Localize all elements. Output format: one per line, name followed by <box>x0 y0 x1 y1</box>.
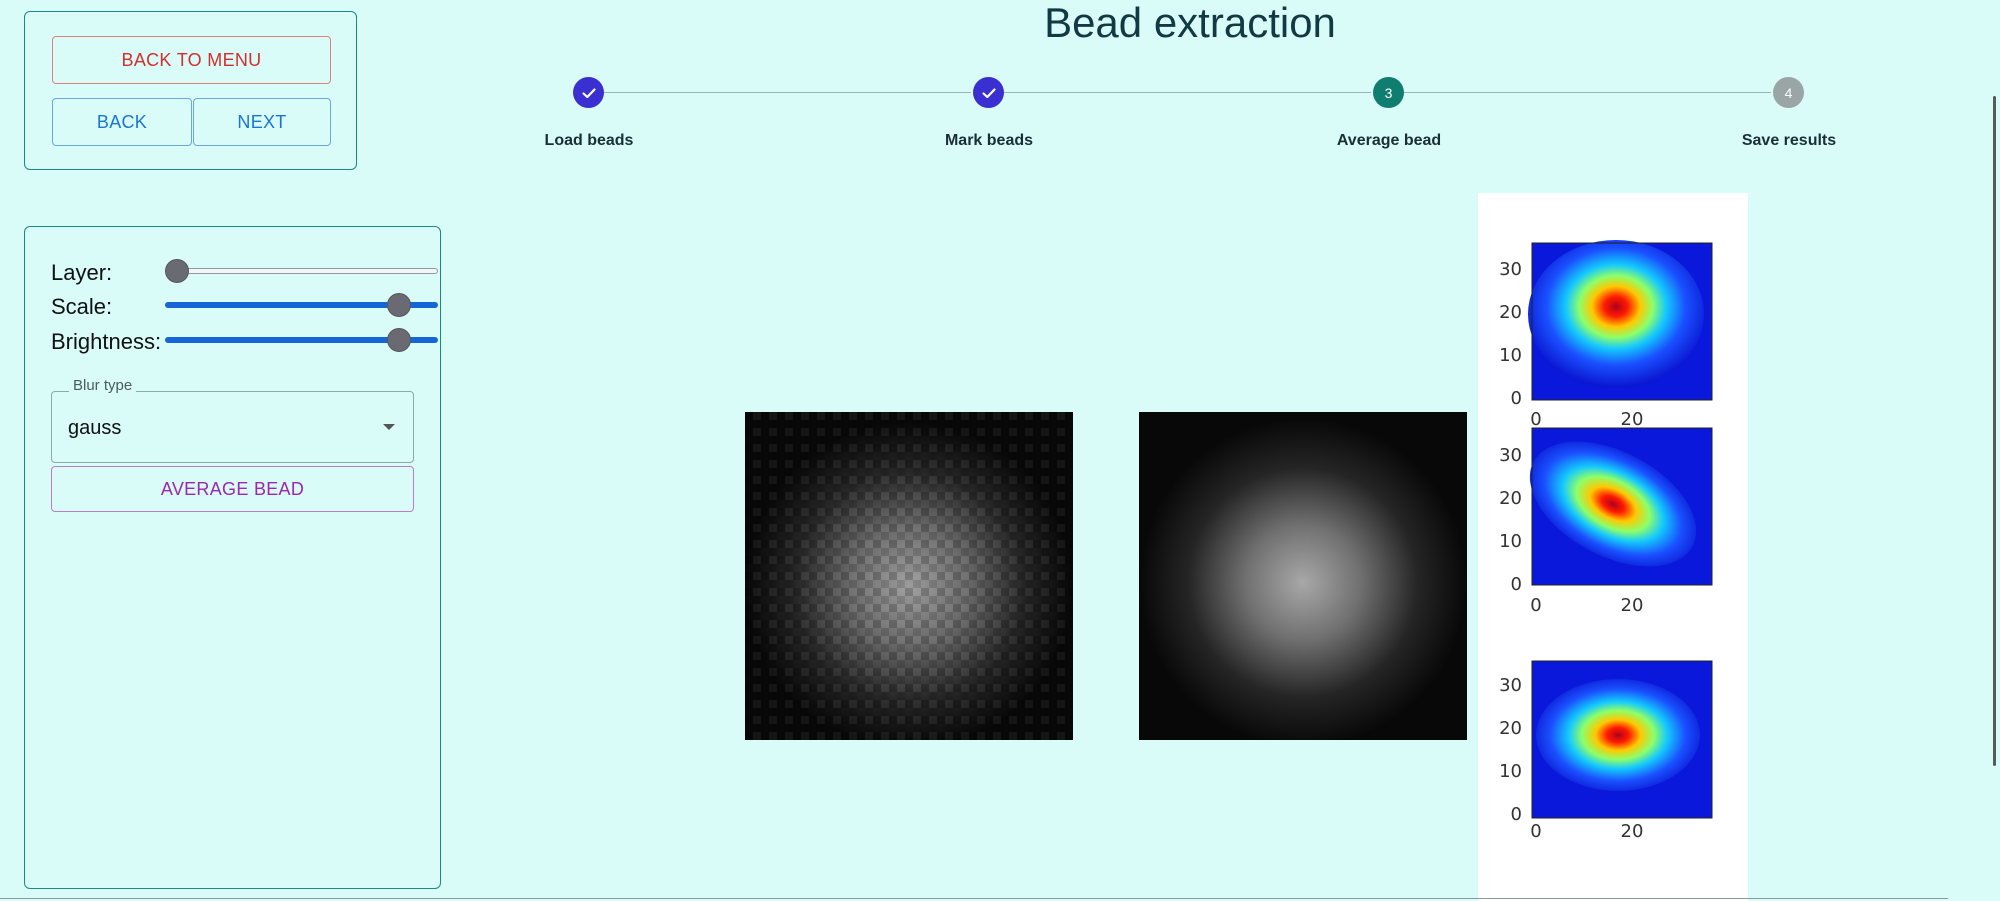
y-tick: 30 <box>1499 445 1522 466</box>
y-tick: 0 <box>1511 804 1522 825</box>
controls-panel: Layer: Scale: Brightness: gauss Blur typ… <box>24 226 441 889</box>
x-tick: 20 <box>1621 595 1644 616</box>
average-bead-button[interactable]: AVERAGE BEAD <box>51 466 414 512</box>
x-tick: 0 <box>1530 821 1541 842</box>
y-tick: 30 <box>1499 675 1522 696</box>
step-connector <box>604 92 971 93</box>
projection-plots-panel: 30 20 10 0 0 20 30 20 10 0 0 20 30 20 10… <box>1478 193 1748 901</box>
projection-plot-yz: 30 20 10 0 0 20 <box>1499 660 1713 842</box>
blur-type-value: gauss <box>68 417 122 439</box>
x-tick: 0 <box>1530 595 1541 616</box>
scale-label: Scale: <box>51 294 113 319</box>
y-tick: 10 <box>1499 761 1522 782</box>
y-tick: 20 <box>1499 302 1522 323</box>
step-connector <box>1404 92 1771 93</box>
step-2-complete-icon <box>973 77 1004 108</box>
blur-type-select[interactable]: gauss <box>51 391 414 463</box>
back-button[interactable]: BACK <box>52 98 192 146</box>
y-tick: 0 <box>1511 574 1522 595</box>
layer-slider-thumb[interactable] <box>165 259 189 283</box>
step-1-complete-icon <box>573 77 604 108</box>
y-tick: 20 <box>1499 718 1522 739</box>
raw-bead-image <box>745 412 1073 740</box>
page-title: Bead extraction <box>1044 0 1336 46</box>
blur-type-legend: Blur type <box>69 377 137 394</box>
brightness-slider-thumb[interactable] <box>387 328 411 352</box>
step-label-save-results: Save results <box>1741 132 1837 149</box>
brightness-slider[interactable] <box>165 327 438 353</box>
layer-slider-track <box>165 268 438 274</box>
projection-plot-xy: 30 20 10 0 0 20 <box>1499 240 1713 428</box>
dropdown-arrow-icon <box>383 424 395 430</box>
y-tick: 10 <box>1499 345 1522 366</box>
y-tick: 0 <box>1511 388 1522 409</box>
step-label-load-beads: Load beads <box>544 132 634 149</box>
back-to-menu-button[interactable]: BACK TO MENU <box>52 36 331 84</box>
bottom-divider <box>0 898 1948 899</box>
y-tick: 20 <box>1499 488 1522 509</box>
step-4-indicator: 4 <box>1773 77 1804 108</box>
projection-plot-xz: 30 20 10 0 0 20 <box>1499 427 1713 616</box>
averaged-bead-image <box>1139 412 1467 740</box>
layer-slider[interactable] <box>165 258 438 284</box>
scale-slider-thumb[interactable] <box>387 293 411 317</box>
step-label-average-bead: Average bead <box>1336 132 1442 149</box>
step-connector <box>1004 92 1371 93</box>
step-label-mark-beads: Mark beads <box>944 132 1034 149</box>
page-scrollbar[interactable] <box>1993 96 1996 766</box>
navigation-panel: BACK TO MENU BACK NEXT <box>24 11 357 170</box>
x-tick: 20 <box>1621 821 1644 842</box>
y-tick: 30 <box>1499 259 1522 280</box>
layer-label: Layer: <box>51 260 113 285</box>
next-button[interactable]: NEXT <box>193 98 331 146</box>
step-3-indicator: 3 <box>1373 77 1404 108</box>
scale-slider[interactable] <box>165 292 438 318</box>
brightness-label: Brightness: <box>51 329 162 354</box>
y-tick: 10 <box>1499 531 1522 552</box>
